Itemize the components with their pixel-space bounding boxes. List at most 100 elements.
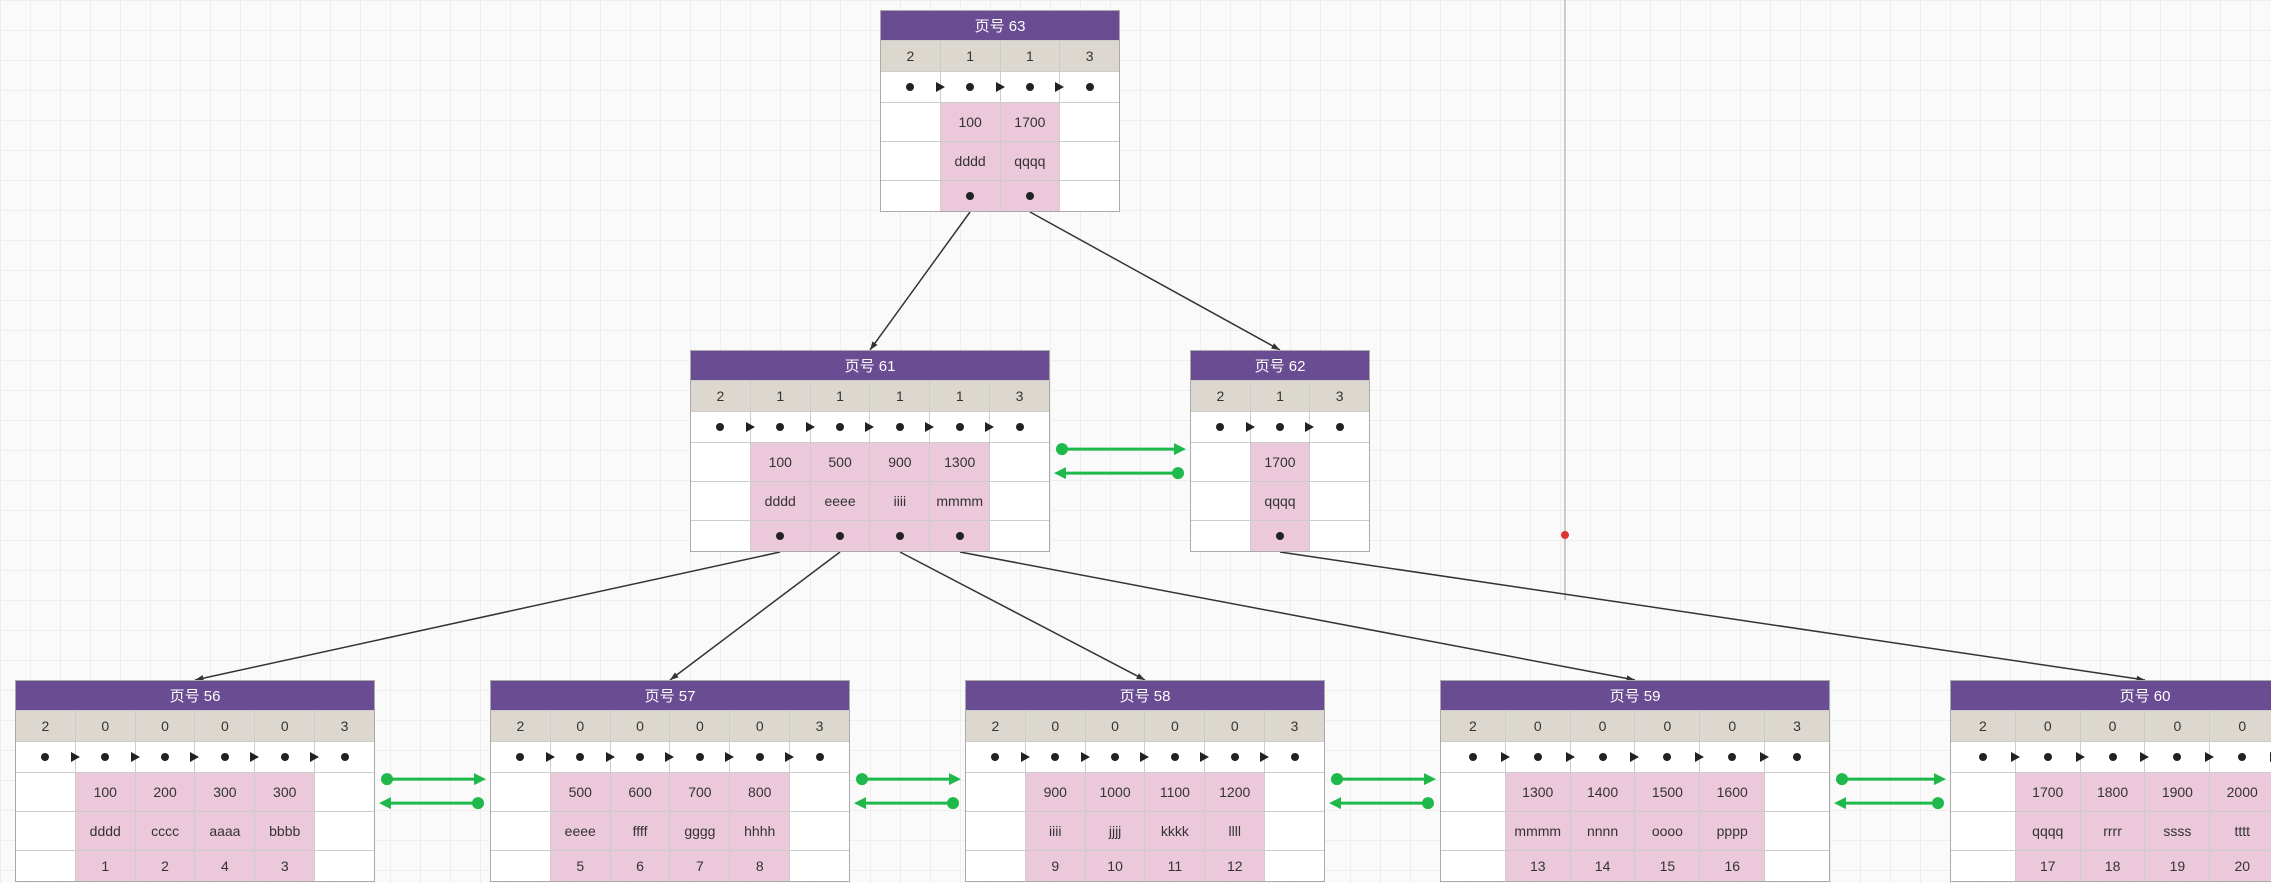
empty-cell bbox=[790, 773, 849, 811]
pointer-cell bbox=[1026, 742, 1086, 772]
value-cell: ssss bbox=[2145, 812, 2210, 850]
key-cell: 500 bbox=[811, 443, 871, 481]
header-cell: 0 bbox=[2081, 711, 2146, 741]
header-cell: 3 bbox=[1060, 41, 1119, 71]
empty-cell bbox=[491, 851, 551, 881]
key-cell: 100 bbox=[751, 443, 811, 481]
header-cell: 0 bbox=[2145, 711, 2210, 741]
btree-node-63: 页号 6321131001700ddddqqqq bbox=[880, 10, 1120, 212]
header-cell: 0 bbox=[2016, 711, 2081, 741]
header-cell: 1 bbox=[1001, 41, 1061, 71]
header-cell: 0 bbox=[136, 711, 196, 741]
header-cell: 1 bbox=[941, 41, 1001, 71]
header-cell: 0 bbox=[730, 711, 790, 741]
key-cell: 1500 bbox=[1635, 773, 1700, 811]
value-cell: dddd bbox=[76, 812, 136, 850]
empty-cell bbox=[1265, 773, 1324, 811]
pointer-cell bbox=[670, 742, 730, 772]
value-cell: qqqq bbox=[1251, 482, 1311, 520]
pointer-cell bbox=[870, 412, 930, 442]
btree-node-60: 页号 602000031700180019002000qqqqrrrrsssst… bbox=[1950, 680, 2271, 882]
value-cell: eeee bbox=[551, 812, 611, 850]
empty-cell bbox=[966, 851, 1026, 881]
seq-cell: 6 bbox=[611, 851, 671, 881]
pointer-cell bbox=[790, 742, 849, 772]
header-cell: 0 bbox=[551, 711, 611, 741]
empty-cell bbox=[491, 773, 551, 811]
seq-cell: 11 bbox=[1145, 851, 1205, 881]
header-cell: 0 bbox=[1700, 711, 1765, 741]
key-cell: 1700 bbox=[1001, 103, 1061, 141]
btree-node-57: 页号 57200003500600700800eeeeffffgggghhhh5… bbox=[490, 680, 850, 882]
seq-cell: 9 bbox=[1026, 851, 1086, 881]
child-pointer bbox=[941, 181, 1001, 211]
value-cell: hhhh bbox=[730, 812, 790, 850]
value-cell: llll bbox=[1205, 812, 1265, 850]
header-cell: 0 bbox=[195, 711, 255, 741]
key-cell: 1900 bbox=[2145, 773, 2210, 811]
header-cell: 3 bbox=[1265, 711, 1324, 741]
header-cell: 0 bbox=[1205, 711, 1265, 741]
header-cell: 0 bbox=[1145, 711, 1205, 741]
child-pointer bbox=[1001, 181, 1061, 211]
pointer-cell bbox=[195, 742, 255, 772]
key-cell: 1700 bbox=[2016, 773, 2081, 811]
header-cell: 1 bbox=[930, 381, 990, 411]
header-cell: 1 bbox=[870, 381, 930, 411]
pointer-cell bbox=[1060, 72, 1119, 102]
key-cell: 1000 bbox=[1086, 773, 1146, 811]
empty-cell bbox=[790, 851, 849, 881]
pointer-cell bbox=[1441, 742, 1506, 772]
empty-cell bbox=[990, 443, 1049, 481]
empty-cell bbox=[1951, 773, 2016, 811]
value-cell: ffff bbox=[611, 812, 671, 850]
key-cell: 500 bbox=[551, 773, 611, 811]
header-cell: 0 bbox=[1506, 711, 1571, 741]
node-title: 页号 61 bbox=[691, 351, 1049, 380]
pointer-cell bbox=[990, 412, 1049, 442]
pointer-cell bbox=[881, 72, 941, 102]
empty-cell bbox=[16, 773, 76, 811]
empty-cell bbox=[691, 443, 751, 481]
empty-cell bbox=[1191, 482, 1251, 520]
child-pointer bbox=[870, 521, 930, 551]
value-cell: mmmm bbox=[1506, 812, 1571, 850]
pointer-cell bbox=[966, 742, 1026, 772]
node-title: 页号 59 bbox=[1441, 681, 1829, 710]
header-cell: 0 bbox=[1026, 711, 1086, 741]
key-cell: 1200 bbox=[1205, 773, 1265, 811]
pointer-cell bbox=[1205, 742, 1265, 772]
value-cell: nnnn bbox=[1571, 812, 1636, 850]
node-title: 页号 63 bbox=[881, 11, 1119, 40]
pointer-cell bbox=[136, 742, 196, 772]
empty-cell bbox=[790, 812, 849, 850]
pointer-cell bbox=[1310, 412, 1369, 442]
pointer-cell bbox=[1191, 412, 1251, 442]
empty-cell bbox=[16, 851, 76, 881]
value-cell: jjjj bbox=[1086, 812, 1146, 850]
pointer-cell bbox=[76, 742, 136, 772]
node-title: 页号 62 bbox=[1191, 351, 1369, 380]
value-cell: tttt bbox=[2210, 812, 2271, 850]
pointer-cell bbox=[16, 742, 76, 772]
seq-cell: 10 bbox=[1086, 851, 1146, 881]
pointer-cell bbox=[1571, 742, 1636, 772]
pointer-cell bbox=[1635, 742, 1700, 772]
value-cell: pppp bbox=[1700, 812, 1765, 850]
header-cell: 2 bbox=[881, 41, 941, 71]
value-cell: eeee bbox=[811, 482, 871, 520]
empty-cell bbox=[881, 103, 941, 141]
empty-cell bbox=[1060, 103, 1119, 141]
child-pointer bbox=[751, 521, 811, 551]
key-cell: 1300 bbox=[930, 443, 990, 481]
key-cell: 1100 bbox=[1145, 773, 1205, 811]
key-cell: 100 bbox=[76, 773, 136, 811]
empty-cell bbox=[1765, 773, 1829, 811]
header-cell: 0 bbox=[611, 711, 671, 741]
header-cell: 2 bbox=[966, 711, 1026, 741]
pointer-cell bbox=[811, 412, 871, 442]
value-cell: iiii bbox=[1026, 812, 1086, 850]
empty-cell bbox=[1265, 851, 1324, 881]
seq-cell: 12 bbox=[1205, 851, 1265, 881]
key-cell: 100 bbox=[941, 103, 1001, 141]
